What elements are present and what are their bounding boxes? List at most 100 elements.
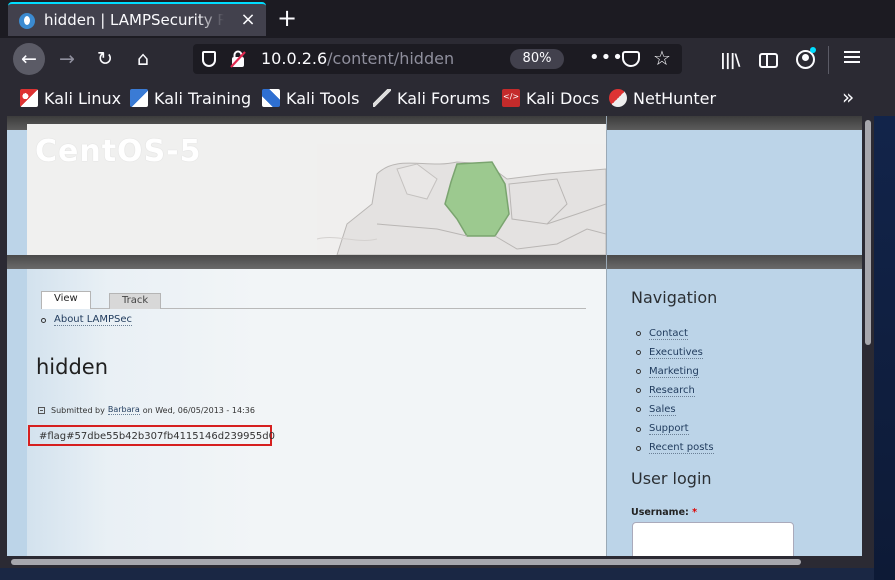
forward-button[interactable]: → [51, 43, 83, 75]
page-title: hidden [36, 355, 109, 379]
bullet-icon [636, 350, 641, 356]
zoom-level-badge[interactable]: 80% [510, 49, 564, 69]
nav-link-sales[interactable]: Sales [649, 404, 676, 416]
horizontal-scrollbar[interactable] [7, 556, 862, 568]
tab-track[interactable]: Track [109, 293, 162, 309]
bookmarks-toolbar: Kali Linux Kali Training Kali Tools Kali… [0, 80, 895, 116]
tracking-protection-shield-icon[interactable] [202, 51, 216, 67]
url-text[interactable]: 10.0.2.6/content/hidden [261, 49, 454, 68]
bullet-icon [636, 445, 641, 451]
home-button[interactable]: ⌂ [127, 43, 159, 75]
centos-logo[interactable]: CentOS-5 [35, 134, 202, 169]
desktop-background-edge [874, 116, 895, 580]
url-path: /content/hidden [327, 49, 455, 68]
nethunter-icon [609, 89, 627, 107]
bookmark-star-icon[interactable]: ☆ [653, 46, 671, 70]
more-bookmarks-chevron-icon[interactable]: » [842, 85, 854, 109]
username-input[interactable] [632, 522, 794, 556]
bookmark-kali-linux[interactable]: Kali Linux [20, 86, 121, 110]
navigation-list: Contact Executives Marketing Research Sa… [636, 324, 714, 458]
list-item: Recent posts [636, 439, 714, 458]
tab-strip: hidden | LAMPSecurity R × + [0, 0, 895, 38]
page-actions-menu-icon[interactable]: ••• [589, 47, 624, 68]
pocket-icon[interactable] [622, 51, 640, 67]
nav-link-executives[interactable]: Executives [649, 347, 703, 359]
back-button[interactable]: ← [13, 43, 45, 75]
bookmark-label: Kali Forums [397, 88, 491, 108]
nav-link-recent-posts[interactable]: Recent posts [649, 442, 714, 455]
library-icon[interactable]: |||\ [720, 50, 740, 69]
submitted-info: Submitted by Barbara on Wed, 06/05/2013 … [38, 405, 255, 415]
about-lampsec-link[interactable]: About LAMPSec [54, 314, 133, 326]
bookmark-kali-training[interactable]: Kali Training [130, 86, 251, 110]
bookmark-nethunter[interactable]: NetHunter [609, 86, 716, 110]
list-item: About LAMPSec [41, 313, 133, 327]
horizontal-scrollbar-thumb[interactable] [11, 559, 801, 565]
kali-docs-icon [502, 89, 520, 107]
kali-tools-icon [262, 89, 280, 107]
username-label: Username: * [631, 507, 697, 518]
tab-view[interactable]: View [41, 291, 91, 309]
tab-hidden[interactable]: hidden | LAMPSecurity R × [8, 2, 266, 36]
sidebar: Navigation Contact Executives Marketing … [606, 116, 862, 556]
bookmark-label: Kali Training [154, 88, 252, 108]
europe-map-graphic [317, 144, 606, 255]
kali-dragon-icon [20, 89, 38, 107]
bookmark-kali-forums[interactable]: Kali Forums [373, 86, 490, 110]
reload-button[interactable]: ↻ [89, 43, 121, 75]
flag-highlight-box: #flag#57dbe55b42b307fb4115146d239955d0 [28, 425, 275, 446]
author-link[interactable]: Barbara [107, 405, 140, 415]
site-header: CentOS-5 [27, 124, 606, 255]
submitted-date: on Wed, 06/05/2013 - 14:36 [142, 405, 255, 415]
new-tab-button[interactable]: + [275, 5, 299, 31]
main-content: View Track About LAMPSec hidden Submitte… [27, 269, 606, 556]
account-icon[interactable] [796, 47, 816, 69]
bullet-icon [636, 331, 641, 337]
url-host: 10.0.2.6 [261, 49, 328, 68]
flag-text: #flag#57dbe55b42b307fb4115146d239955d0 [39, 431, 275, 442]
browser-window: hidden | LAMPSecurity R × + ← → ↻ ⌂ 10.0… [0, 0, 895, 580]
bullet-icon [636, 407, 641, 413]
bookmark-label: NetHunter [633, 88, 717, 108]
desktop-background-strip [0, 568, 895, 580]
page-viewport: CentOS-5 View Track About LAMPSec hidden… [7, 116, 862, 556]
user-login-heading: User login [631, 469, 712, 488]
hamburger-menu-icon[interactable] [843, 48, 861, 68]
bullet-icon [636, 388, 641, 394]
nav-link-research[interactable]: Research [649, 385, 695, 397]
list-item: Contact [636, 324, 714, 343]
sidebar-toggle-icon[interactable] [759, 53, 778, 68]
insecure-lock-icon[interactable] [230, 50, 246, 68]
bookmark-label: Kali Docs [526, 88, 600, 108]
list-item: Marketing [636, 362, 714, 381]
bullet-icon [636, 369, 641, 375]
list-item: Sales [636, 400, 714, 419]
bookmark-kali-tools[interactable]: Kali Tools [262, 86, 359, 110]
submitted-prefix: Submitted by [51, 405, 105, 415]
list-item: Research [636, 381, 714, 400]
close-tab-icon[interactable]: × [239, 10, 257, 30]
list-item: Executives [636, 343, 714, 362]
kali-forums-icon [373, 89, 391, 107]
tab-title: hidden | LAMPSecurity R [44, 11, 224, 29]
bullet-icon [41, 317, 46, 323]
toolbar-divider [828, 46, 829, 74]
secondary-links: About LAMPSec [41, 313, 133, 327]
vertical-scrollbar[interactable] [862, 116, 874, 556]
navigation-heading: Navigation [631, 288, 718, 307]
bookmark-label: Kali Tools [286, 88, 360, 108]
nav-link-marketing[interactable]: Marketing [649, 366, 699, 378]
nav-link-support[interactable]: Support [649, 423, 689, 436]
bookmark-kali-docs[interactable]: Kali Docs [502, 86, 599, 110]
node-icon [38, 406, 45, 414]
required-marker: * [692, 507, 698, 518]
local-tasks-tabs: View Track [41, 291, 586, 309]
navigation-toolbar: ← → ↻ ⌂ 10.0.2.6/content/hidden 80% ••• … [0, 38, 895, 80]
list-item: Support [636, 419, 714, 438]
nav-link-contact[interactable]: Contact [649, 328, 688, 340]
bullet-icon [636, 426, 641, 432]
vertical-scrollbar-thumb[interactable] [865, 120, 871, 345]
drupal-favicon-icon [19, 13, 35, 29]
address-bar[interactable]: 10.0.2.6/content/hidden 80% ••• ☆ [193, 44, 682, 74]
kali-training-icon [130, 89, 148, 107]
